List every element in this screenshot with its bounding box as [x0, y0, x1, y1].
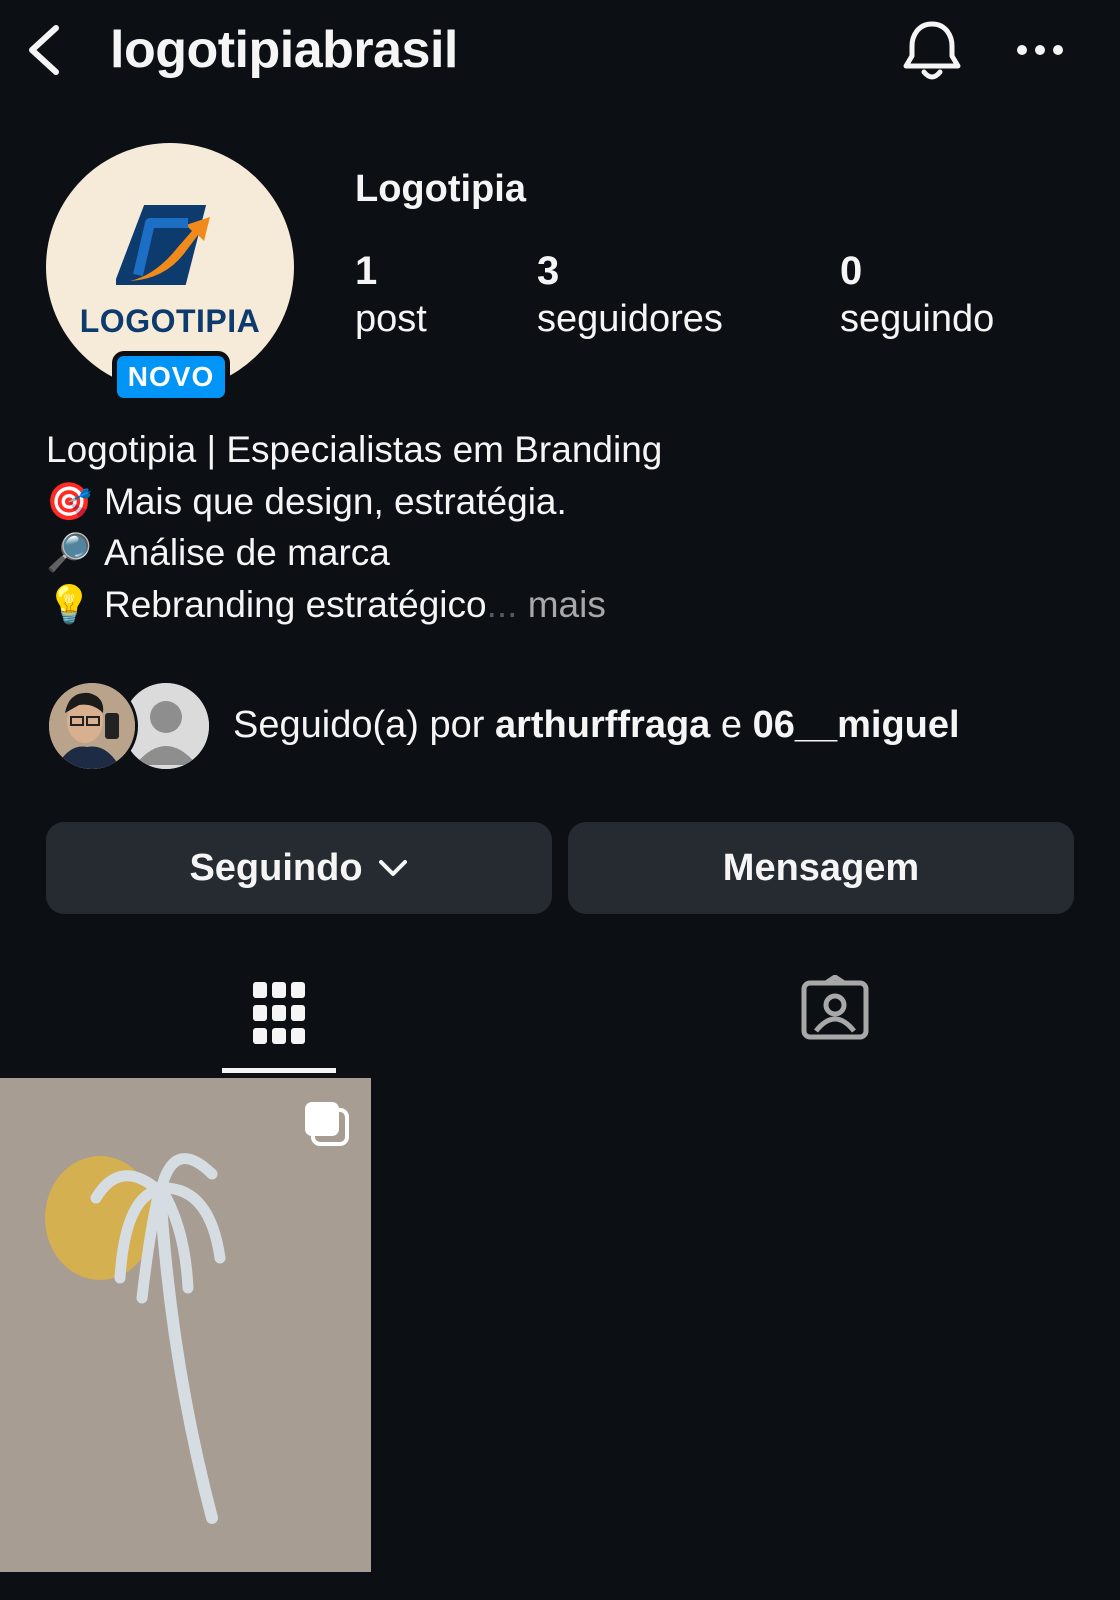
tagged-person-icon — [801, 974, 869, 1040]
avatar-logo-text: LOGOTIPIA — [79, 303, 261, 339]
followed-by-joiner: e — [720, 704, 743, 746]
tab-posts-grid[interactable] — [222, 960, 336, 1074]
following-label: seguindo — [840, 298, 995, 340]
multiple-images-icon — [301, 1098, 351, 1148]
following-count: 0 — [840, 249, 863, 293]
target-icon: 🎯 — [46, 480, 93, 522]
bio-text: Mais que design, estratégia. — [104, 480, 567, 522]
palm-tree-image — [0, 1078, 371, 1572]
tab-tagged[interactable] — [800, 974, 880, 1045]
following-button-label: Seguindo — [189, 846, 363, 889]
followers-count: 3 — [537, 249, 560, 293]
bio-line: Logotipia | Especialistas em Branding — [46, 429, 663, 470]
message-button[interactable]: Mensagem — [568, 822, 1074, 914]
followed-by-prefix: Seguido(a) por — [233, 704, 485, 746]
lightbulb-icon: 💡 — [46, 583, 93, 625]
bio-line: 🎯 Mais que design, estratégia. — [46, 476, 662, 528]
chevron-down-icon — [378, 860, 407, 876]
follower-username[interactable]: 06__miguel — [753, 704, 960, 746]
follower-username[interactable]: arthurffraga — [495, 704, 710, 746]
bio-text: Rebranding estratégico — [104, 583, 487, 625]
logo-mark-icon — [116, 205, 210, 285]
profile-username: logotipiabrasil — [110, 21, 458, 79]
active-tab-indicator — [222, 1068, 336, 1073]
stat-following[interactable]: 0 seguindo — [840, 245, 994, 343]
display-name: Logotipia — [355, 168, 526, 210]
magnifier-icon: 🔎 — [46, 532, 93, 573]
bio-line: 🔎 Análise de marca — [46, 527, 662, 579]
posts-label: post — [355, 298, 427, 340]
profile-avatar[interactable]: LOGOTIPIA NOVO — [46, 143, 294, 403]
bio-text: Análise de marca — [104, 532, 390, 573]
bio-ellipsis: ... — [486, 583, 518, 625]
follower-avatar[interactable] — [46, 680, 138, 772]
followed-by-text[interactable]: Seguido(a) por arthurffraga e 06__miguel — [233, 700, 960, 750]
back-icon[interactable] — [22, 18, 70, 82]
bio-more-link[interactable]: mais — [528, 584, 606, 625]
posts-count: 1 — [355, 249, 378, 293]
bio: Logotipia | Especialistas em Branding 🎯 M… — [46, 424, 662, 630]
bell-icon[interactable] — [900, 16, 964, 84]
bio-line: 💡 Rebranding estratégico... mais — [46, 579, 662, 631]
more-horizontal-icon[interactable] — [1010, 30, 1074, 70]
new-badge: NOVO — [112, 351, 230, 403]
message-button-label: Mensagem — [722, 846, 920, 889]
post-thumbnail[interactable] — [0, 1078, 371, 1572]
followers-label: seguidores — [537, 298, 723, 340]
stat-followers[interactable]: 3 seguidores — [537, 245, 723, 343]
grid-icon — [253, 982, 305, 1044]
stat-posts[interactable]: 1 post — [355, 245, 427, 343]
following-button[interactable]: Seguindo — [46, 822, 552, 914]
